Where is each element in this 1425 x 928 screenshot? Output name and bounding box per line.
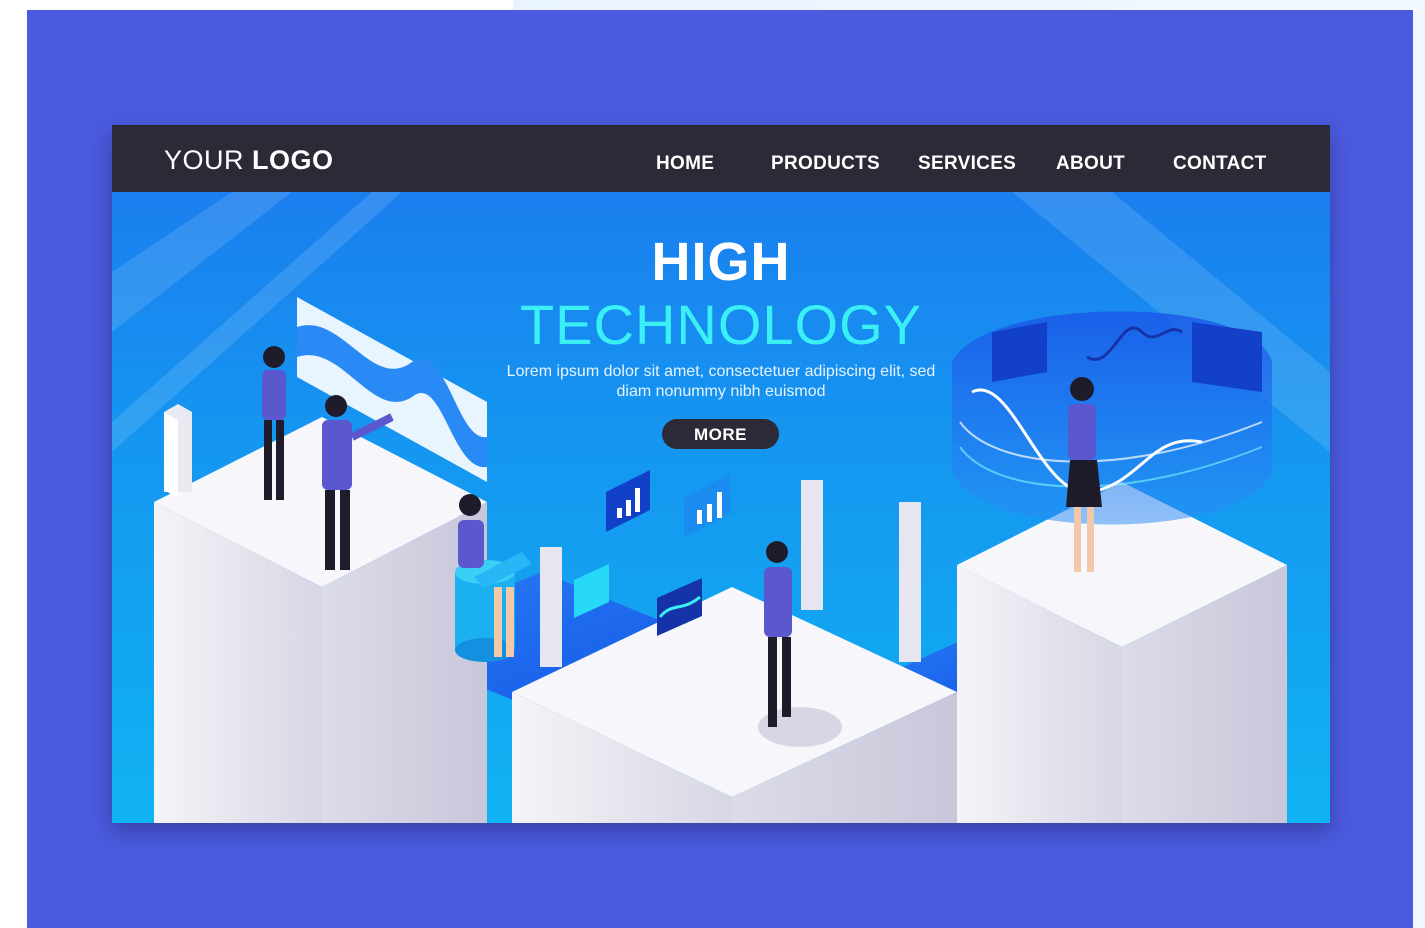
pillar-right xyxy=(957,482,1287,823)
logo-text-bold: LOGO xyxy=(252,145,334,175)
top-navbar: YOUR LOGO HOME PRODUCTS SERVICES ABOUT C… xyxy=(112,125,1330,192)
site-logo[interactable]: YOUR LOGO xyxy=(164,145,334,176)
bar-chart-icon xyxy=(684,474,730,537)
landing-page-frame: YOUR LOGO HOME PRODUCTS SERVICES ABOUT C… xyxy=(112,125,1330,823)
hero-tagline: Lorem ipsum dolor sit amet, consectetuer… xyxy=(506,363,936,400)
nav-products[interactable]: PRODUCTS xyxy=(771,153,880,175)
hero-headline: HIGH xyxy=(651,232,791,292)
hero-subheadline: TECHNOLOGY xyxy=(519,293,923,356)
hero-section: HIGH TECHNOLOGY Lorem ipsum dolor sit am… xyxy=(112,192,1330,823)
more-button[interactable]: MORE xyxy=(662,419,779,449)
nav-services[interactable]: SERVICES xyxy=(918,153,1016,175)
pillar-left xyxy=(154,404,487,823)
nav-about[interactable]: ABOUT xyxy=(1056,153,1125,175)
nav-contact[interactable]: CONTACT xyxy=(1173,153,1267,175)
bar-chart-icon xyxy=(606,470,650,532)
logo-text-regular: YOUR xyxy=(164,145,245,175)
page-canvas: YOUR LOGO HOME PRODUCTS SERVICES ABOUT C… xyxy=(0,0,1425,928)
nav-home[interactable]: HOME xyxy=(656,153,714,175)
